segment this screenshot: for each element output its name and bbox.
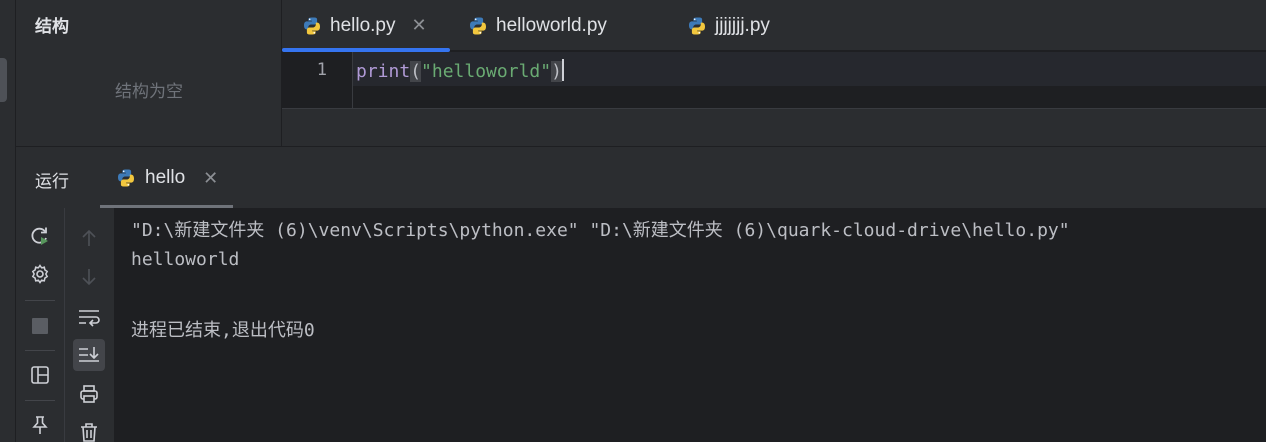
line-gutter: 1: [282, 52, 353, 108]
print-icon: [80, 385, 98, 403]
python-icon: [470, 17, 486, 34]
trash-icon: [81, 423, 97, 442]
toolbar-separator: [25, 400, 55, 401]
pin-icon: [32, 416, 48, 434]
tab-hello-py[interactable]: hello.py ✕: [282, 0, 450, 52]
structure-panel: 结构 结构为空: [16, 0, 282, 146]
next-occurrence-button[interactable]: [73, 261, 105, 293]
code-editor[interactable]: 1 print("helloworld"): [282, 52, 1266, 146]
rerun-icon: [31, 227, 48, 245]
close-icon[interactable]: ✕: [412, 15, 427, 36]
run-tab-label: hello: [145, 167, 186, 188]
scroll-to-end-icon: [79, 347, 99, 362]
line-number: 1: [316, 60, 327, 80]
code-function: print: [356, 61, 411, 82]
code-paren-open: (: [410, 61, 422, 82]
scroll-to-end-button[interactable]: [73, 339, 105, 371]
stop-icon: [32, 318, 48, 334]
close-icon[interactable]: ✕: [203, 168, 218, 189]
run-toolbar-primary: [16, 208, 65, 442]
settings-button[interactable]: [24, 258, 56, 290]
structure-title: 结构: [35, 17, 69, 37]
pin-button[interactable]: [24, 409, 56, 441]
text-caret: [561, 59, 564, 81]
tab-label: helloworld.py: [496, 14, 607, 36]
code-line[interactable]: print("helloworld"): [356, 59, 564, 82]
clear-all-button[interactable]: [73, 416, 105, 442]
previous-occurrence-button[interactable]: [73, 222, 105, 254]
tab-label: hello.py: [330, 14, 396, 36]
soft-wrap-icon: [79, 310, 100, 327]
python-icon: [689, 17, 705, 34]
run-header: 运行 hello ✕: [16, 147, 1266, 208]
stop-button[interactable]: [24, 310, 56, 342]
console-line-command: "D:\新建文件夹 (6)\venv\Scripts\python.exe" "…: [131, 220, 1070, 241]
settings-icon: [31, 264, 49, 284]
panel-resize-handle[interactable]: [0, 58, 7, 102]
gutter-divider: [352, 52, 353, 108]
rerun-button[interactable]: [24, 220, 56, 252]
arrow-up-icon: [82, 229, 96, 246]
console-line-output: helloworld: [131, 249, 240, 270]
editor-tab-bar: hello.py ✕ helloworld.py jjjjjjj.py: [282, 0, 1266, 52]
run-title: 运行: [35, 172, 69, 192]
python-icon: [118, 169, 134, 187]
code-paren-close: ): [551, 61, 562, 82]
run-tab-hello[interactable]: hello ✕: [116, 163, 218, 193]
code-string: "helloworld": [421, 61, 552, 82]
tab-jjjjjjj-py[interactable]: jjjjjjj.py: [687, 0, 770, 51]
python-icon: [304, 17, 320, 34]
console-output[interactable]: "D:\新建文件夹 (6)\venv\Scripts\python.exe" "…: [114, 208, 1266, 442]
arrow-down-icon: [82, 269, 96, 286]
editor-footer: [282, 109, 1266, 146]
run-toolbar-secondary: [65, 208, 114, 442]
console-line-exit: 进程已结束,退出代码0: [131, 320, 315, 341]
tab-label: jjjjjjj.py: [715, 14, 770, 36]
toolbar-separator: [25, 350, 55, 351]
run-panel: 运行 hello ✕ "D:\新建文件夹 (6)\venv\Scripts\py…: [16, 146, 1266, 442]
layout-button[interactable]: [24, 359, 56, 391]
print-button[interactable]: [73, 378, 105, 410]
structure-empty-text: 结构为空: [115, 82, 183, 102]
toolbar-separator: [25, 300, 55, 301]
left-tool-strip: [0, 0, 16, 442]
soft-wrap-button[interactable]: [73, 301, 105, 333]
tab-helloworld-py[interactable]: helloworld.py: [468, 0, 607, 51]
layout-icon: [31, 366, 49, 384]
editor: hello.py ✕ helloworld.py jjjjjjj.py 1 pr…: [282, 0, 1266, 146]
